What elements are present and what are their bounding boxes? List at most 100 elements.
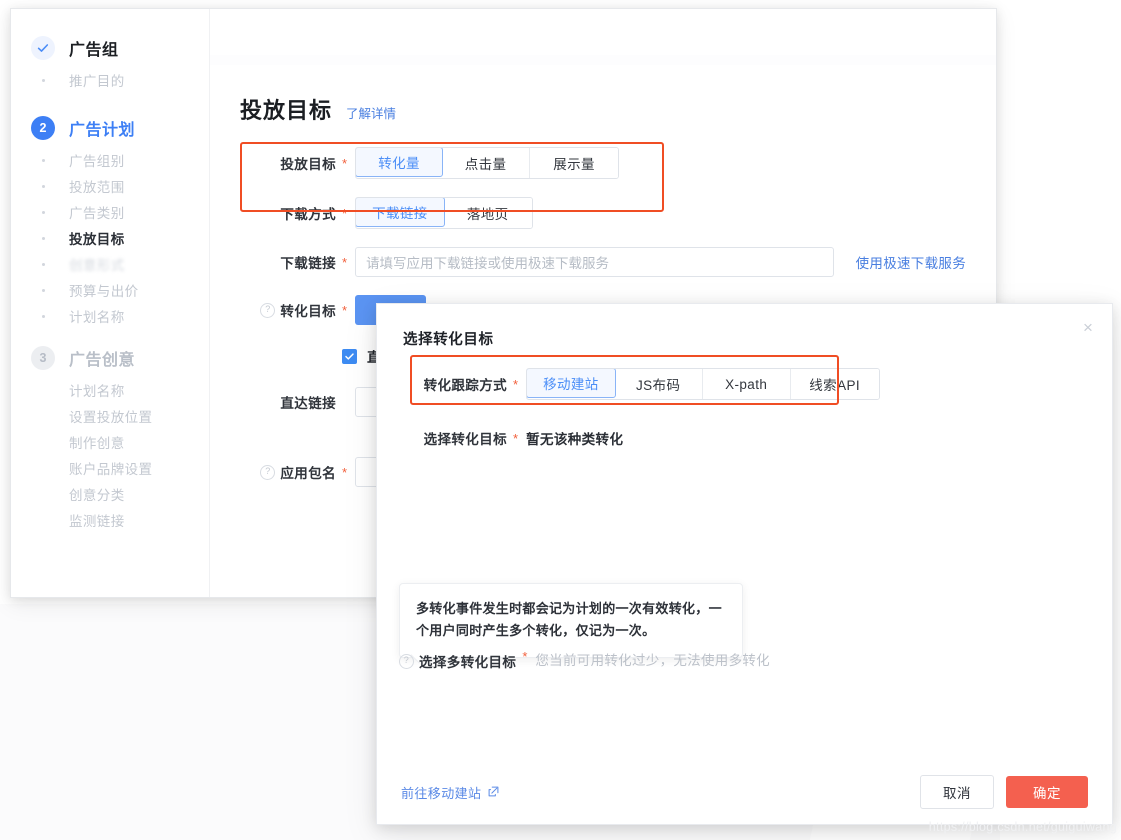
step-dot-icon — [31, 159, 55, 162]
row-label: 投放目标 — [240, 153, 336, 173]
modal-footer: 前往移动建站 取消 确定 — [377, 760, 1112, 824]
sidebar-item-delivery-goal[interactable]: 投放目标 — [31, 225, 209, 251]
sidebar-gap — [11, 329, 209, 339]
step-dot-icon — [31, 237, 55, 240]
step-number-badge: 2 — [31, 116, 55, 140]
required-marker: * — [342, 157, 347, 170]
sidebar-item-delivery-range[interactable]: 投放范围 — [31, 173, 209, 199]
row-label: 下载方式 — [240, 203, 336, 223]
sidebar-sub-list-ad-creative: 计划名称 设置投放位置 制作创意 账户品牌设置 — [11, 377, 209, 533]
sidebar-item-plan-name-2[interactable]: 计划名称 — [31, 377, 209, 403]
step-dot-icon — [31, 315, 55, 318]
segment-landing-page[interactable]: 落地页 — [444, 198, 532, 228]
sidebar-item-label: 预算与出价 — [69, 280, 139, 300]
multi-conversion-tooltip: 多转化事件发生时都会记为计划的一次有效转化，一个用户同时产生多个转化，仅记为一次… — [399, 583, 743, 658]
row-label-text: 转化目标 — [280, 300, 336, 320]
sidebar-item-promotion-purpose[interactable]: 推广目的 — [31, 67, 209, 93]
row-label: 转化跟踪方式 — [403, 374, 507, 394]
sidebar-item-brand-settings[interactable]: 账户品牌设置 — [31, 455, 209, 481]
step-number-badge: 3 — [31, 346, 55, 370]
screenshot-root: 广告组 推广目的 2 广告计划 — [0, 0, 1121, 840]
confirm-button[interactable]: 确定 — [1006, 776, 1088, 808]
learn-more-link[interactable]: 了解详情 — [346, 103, 396, 122]
sidebar-sub-list-ad-set: 推广目的 — [11, 67, 209, 93]
row-label: 直达链接 — [240, 392, 336, 412]
row-label: 选择转化目标 — [403, 428, 507, 448]
required-marker: * — [342, 466, 347, 479]
modal-title: 选择转化目标 — [403, 328, 494, 349]
goto-mobile-site-label: 前往移动建站 — [401, 783, 481, 802]
goto-mobile-site-link[interactable]: 前往移动建站 — [401, 783, 499, 802]
sidebar-item-ad-group[interactable]: 广告组别 — [31, 147, 209, 173]
sidebar-item-budget-bid[interactable]: 预算与出价 — [31, 277, 209, 303]
sidebar-item-set-placement[interactable]: 设置投放位置 — [31, 403, 209, 429]
sidebar-item-plan-name[interactable]: 计划名称 — [31, 303, 209, 329]
step-dot-icon — [31, 211, 55, 214]
row-tracking-method: 转化跟踪方式 * 移动建站 JS布码 X-path 线索API — [403, 368, 1086, 400]
segmented-delivery-goal[interactable]: 转化量 点击量 展示量 — [355, 147, 619, 179]
segment-xpath[interactable]: X-path — [703, 369, 791, 399]
required-marker: * — [342, 256, 347, 269]
segmented-download-method[interactable]: 下载链接 落地页 — [355, 197, 533, 229]
row-label-text: 应用包名 — [280, 462, 336, 482]
question-mark-icon[interactable]: ? — [260, 303, 275, 318]
sidebar-item-creative-format[interactable]: 创意形式 — [31, 251, 209, 277]
sidebar-item-label: 广告组别 — [69, 150, 125, 170]
content-topbar-strip — [210, 55, 996, 65]
sidebar-step-ad-plan[interactable]: 2 广告计划 — [11, 109, 209, 147]
fast-download-service-link[interactable]: 使用极速下载服务 — [856, 252, 966, 272]
sidebar-item-label: 广告类别 — [69, 202, 125, 222]
segment-download-link[interactable]: 下载链接 — [355, 197, 445, 227]
sidebar-item-label: 制作创意 — [69, 432, 125, 452]
sidebar-item-make-creative[interactable]: 制作创意 — [31, 429, 209, 455]
sidebar-item-label: 投放目标 — [69, 228, 125, 248]
row-delivery-goal: 投放目标 * 转化量 点击量 展示量 — [240, 147, 966, 179]
required-marker: * — [342, 304, 347, 317]
cancel-button[interactable]: 取消 — [920, 775, 994, 809]
sidebar-item-tracking-link[interactable]: 监测链接 — [31, 507, 209, 533]
sidebar-group-ad-set: 广告组 推广目的 — [11, 29, 209, 93]
segment-mobile-site[interactable]: 移动建站 — [526, 368, 616, 398]
sidebar-sub-list-ad-plan: 广告组别 投放范围 广告类别 投放目标 — [11, 147, 209, 329]
sidebar-step-ad-creative[interactable]: 3 广告创意 — [11, 339, 209, 377]
segment-impressions[interactable]: 展示量 — [530, 148, 618, 178]
sidebar-item-label: 计划名称 — [69, 380, 125, 400]
row-download-link: 下载链接 * 请填写应用下载链接或使用极速下载服务 使用极速下载服务 — [240, 247, 966, 277]
sidebar-item-creative-category[interactable]: 创意分类 — [31, 481, 209, 507]
row-download-method: 下载方式 * 下载链接 落地页 — [240, 197, 966, 229]
row-label: 下载链接 — [240, 252, 336, 272]
download-link-input[interactable]: 请填写应用下载链接或使用极速下载服务 — [355, 247, 834, 277]
segment-js-code[interactable]: JS布码 — [615, 369, 703, 399]
row-label: ? 转化目标 — [240, 300, 336, 320]
watermark: https://blog.csdn.net/guiguiwang — [929, 820, 1117, 834]
sidebar-step-label: 广告计划 — [69, 116, 135, 140]
sidebar-item-label: 投放范围 — [69, 176, 125, 196]
close-icon[interactable]: × — [1078, 318, 1098, 338]
step-sidebar: 广告组 推广目的 2 广告计划 — [11, 9, 210, 597]
step-dot-icon — [31, 185, 55, 188]
segment-conversion[interactable]: 转化量 — [355, 147, 443, 177]
sidebar-item-label: 推广目的 — [69, 70, 125, 90]
required-marker: * — [513, 432, 518, 445]
required-marker: * — [522, 650, 527, 663]
row-multi-conversion-target: ? 选择多转化目标 * 您当前可用转化过少，无法使用多转化 — [399, 650, 819, 672]
check-icon[interactable] — [342, 349, 357, 364]
sidebar-item-ad-category[interactable]: 广告类别 — [31, 199, 209, 225]
sidebar-step-label: 广告创意 — [69, 346, 135, 370]
segment-leads-api[interactable]: 线索API — [791, 369, 879, 399]
sidebar-step-ad-set[interactable]: 广告组 — [11, 29, 209, 67]
question-mark-icon[interactable]: ? — [260, 465, 275, 480]
question-mark-icon[interactable]: ? — [399, 654, 414, 669]
segmented-tracking-method[interactable]: 移动建站 JS布码 X-path 线索API — [526, 368, 880, 400]
sidebar-item-label: 创意分类 — [69, 484, 125, 504]
required-marker: * — [342, 207, 347, 220]
sidebar-item-label: 创意形式 — [69, 254, 125, 274]
sidebar-item-label: 设置投放位置 — [69, 406, 152, 426]
page-title: 投放目标 — [240, 93, 332, 125]
sidebar-group-ad-creative: 3 广告创意 计划名称 设置投放位置 制作创意 — [11, 339, 209, 533]
modal-action-buttons: 取消 确定 — [920, 775, 1088, 809]
sidebar-item-label: 账户品牌设置 — [69, 458, 152, 478]
sidebar-group-ad-plan: 2 广告计划 广告组别 投放范围 广告类别 — [11, 109, 209, 329]
segment-clicks[interactable]: 点击量 — [442, 148, 530, 178]
sidebar-step-label: 广告组 — [69, 36, 119, 60]
